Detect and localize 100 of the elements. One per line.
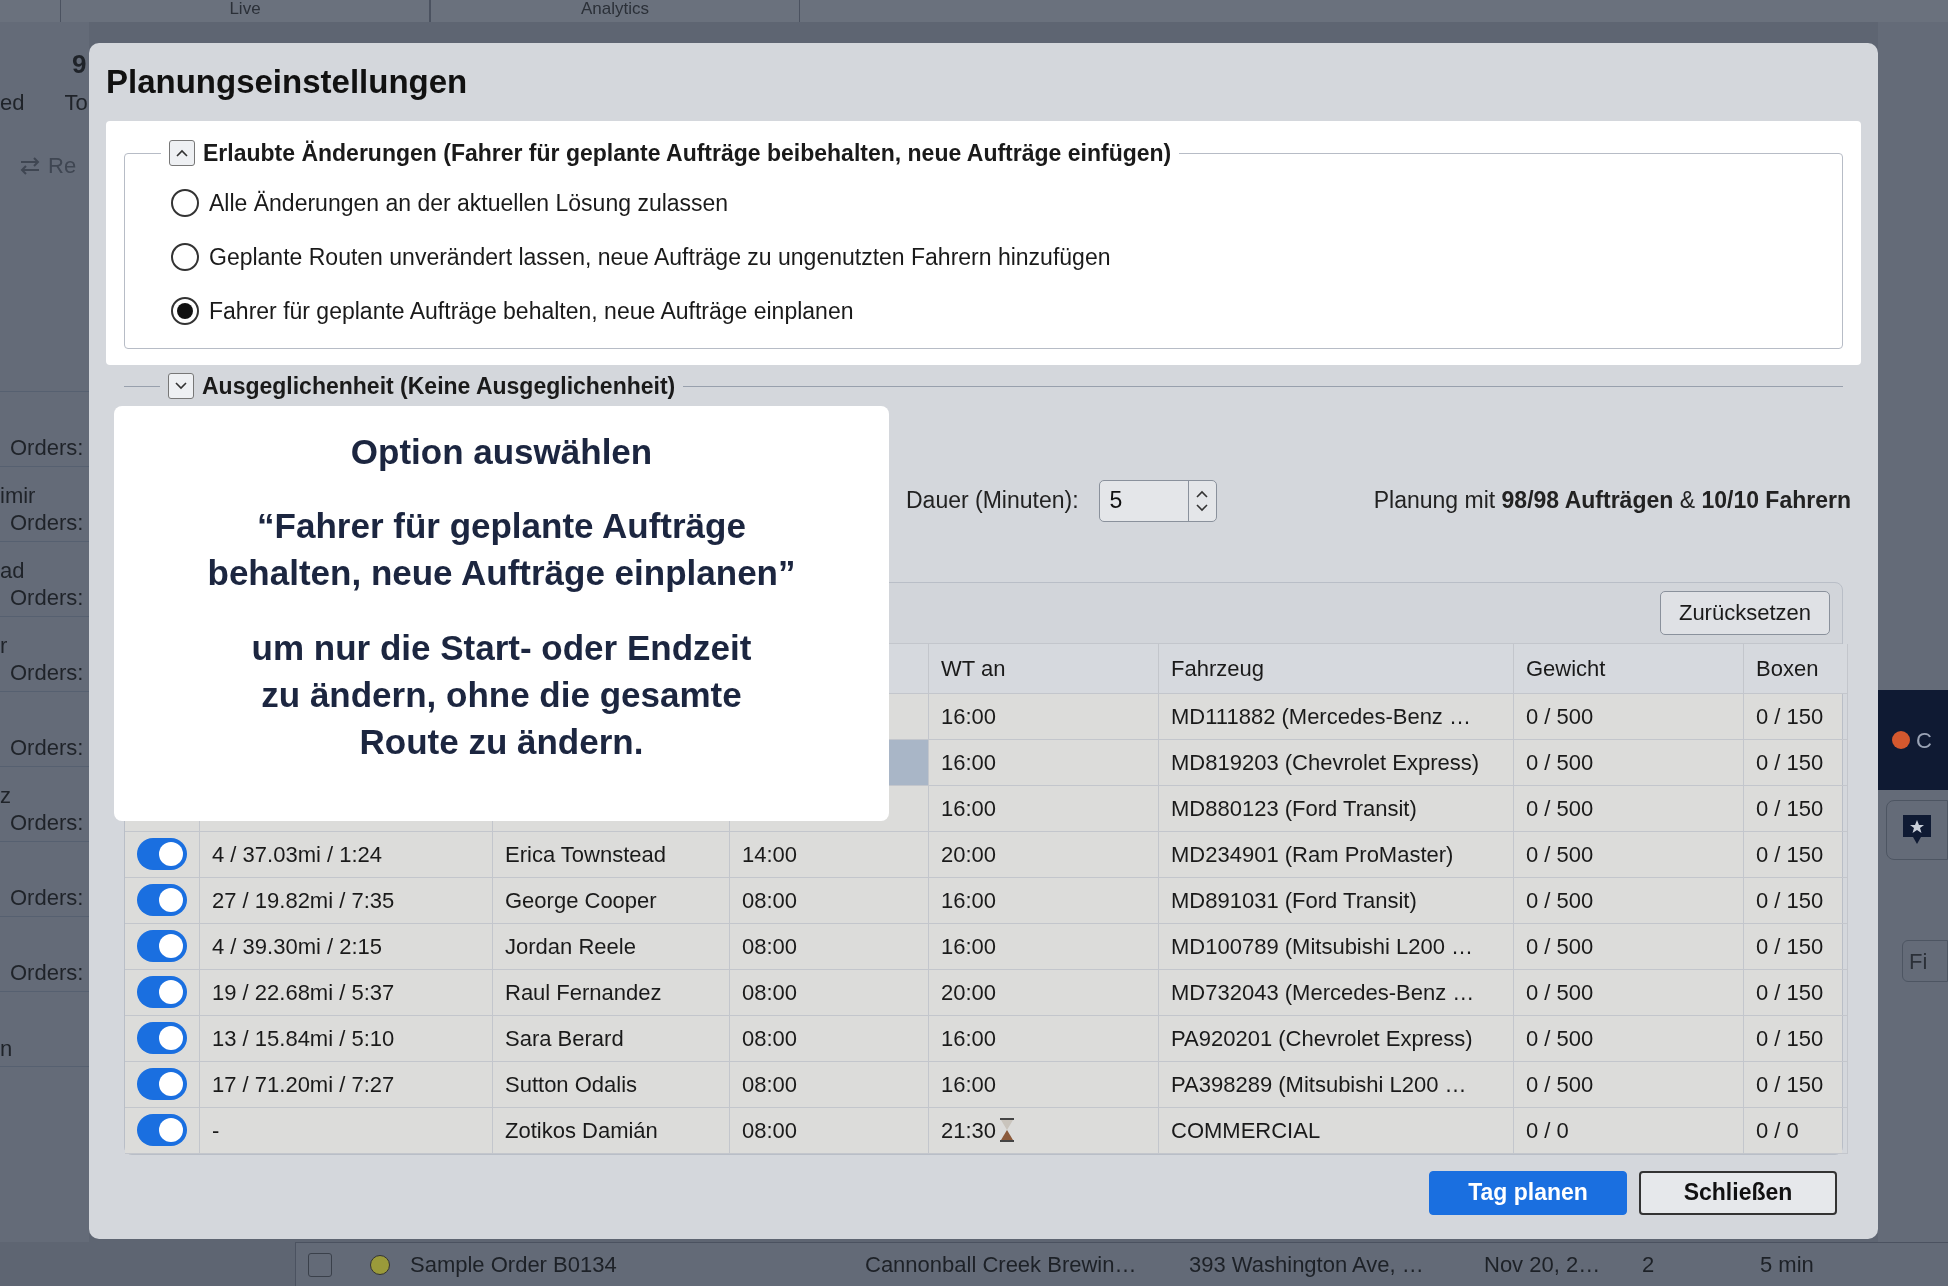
orders-label: Orders: <box>9 434 85 462</box>
toggle-switch[interactable] <box>137 976 187 1008</box>
table-cell: Zotikos Damián <box>493 1107 730 1154</box>
table-cell: 0 / 500 <box>1514 969 1744 1016</box>
callout-text: um nur die Start- oder Endzeit zu ändern, ohne die gesamte Route zu ändern. <box>250 627 753 763</box>
duration-label: Dauer (Minuten): <box>906 486 1079 516</box>
table-cell: 0 / 150 <box>1744 693 1848 740</box>
primary-button[interactable]: Tag planen <box>1429 1170 1627 1215</box>
table-cell: 0 / 150 <box>1744 969 1848 1016</box>
collapse-button[interactable] <box>169 140 195 167</box>
table-cell: 0 / 500 <box>1514 1061 1744 1108</box>
orders-label: Orders: <box>9 959 85 987</box>
duration-field[interactable]: 5 <box>1098 479 1217 522</box>
chevron-down-icon <box>1195 502 1210 513</box>
table-cell: 20:00 <box>929 831 1159 878</box>
table-cell: 0 / 500 <box>1514 877 1744 924</box>
toggle-switch[interactable] <box>137 884 187 916</box>
driver-name: n <box>0 1036 14 1062</box>
table-cell: 0 / 150 <box>1744 1061 1848 1108</box>
table-cell: 16:00 <box>929 693 1159 740</box>
toggle-switch[interactable] <box>137 1068 187 1100</box>
section-legend: Ausgeglichenheit (Keine Ausgeglichenheit) <box>202 369 676 404</box>
toggle-switch[interactable] <box>137 838 187 870</box>
summary-label: ed <box>0 89 25 117</box>
toggle-switch[interactable] <box>137 930 187 962</box>
collapse-button[interactable] <box>168 373 194 400</box>
table-cell: MD234901 (Ram ProMaster) <box>1159 831 1514 878</box>
table-cell: 0 / 500 <box>1514 693 1744 740</box>
reset-button[interactable]: Zurücksetzen <box>1659 590 1830 635</box>
table-cell: - <box>200 1107 493 1154</box>
order-cell-text: 5 min <box>1760 1251 1815 1279</box>
hourglass-icon <box>998 1117 1017 1143</box>
table-cell: MD732043 (Mercedes-Benz … <box>1159 969 1514 1016</box>
table-cell: 0 / 0 <box>1514 1107 1744 1154</box>
planning-summary: Planung mit 98/98 Aufträgen & 10/10 Fahrern <box>1373 486 1851 516</box>
summary-value: 9 <box>72 50 87 78</box>
radio-button[interactable] <box>171 297 199 325</box>
secondary-button[interactable]: Schließen <box>1639 1170 1837 1215</box>
table-cell: 08:00 <box>730 969 929 1016</box>
table-cell: 0 / 0 <box>1744 1107 1848 1154</box>
table-cell: 16:00 <box>929 785 1159 832</box>
orders-label: Orders: <box>9 809 85 837</box>
table-cell: COMMERCIAL <box>1159 1107 1514 1154</box>
table-cell: 17 / 71.20mi / 7:27 <box>200 1061 493 1108</box>
chevron-down-icon <box>174 381 188 392</box>
table-cell: 0 / 500 <box>1514 923 1744 970</box>
table-cell: MD100789 (Mitsubishi L200 … <box>1159 923 1514 970</box>
table-cell: 13 / 15.84mi / 5:10 <box>200 1015 493 1062</box>
swap-icon <box>18 155 42 176</box>
section-legend: Erlaubte Änderungen (Fahrer für geplante Aufträge beibehalten, neue Aufträge einfügen) <box>203 136 1172 171</box>
orders-label: Orders: <box>9 584 85 612</box>
orders-label: Orders: <box>9 509 85 537</box>
order-cell-text: 2 <box>1642 1251 1656 1279</box>
dialog-title: Planungseinstellungen <box>106 62 469 102</box>
radio-button[interactable] <box>171 189 199 217</box>
table-cell: 0 / 500 <box>1514 739 1744 786</box>
table-cell: Erica Townstead <box>493 831 730 878</box>
radio-label[interactable]: Geplante Routen unverändert lassen, neue Aufträge zu ungenutzten Fahrern hinzufügen <box>209 239 1111 275</box>
table-cell: MD891031 (Ford Transit) <box>1159 877 1514 924</box>
table-cell: 14:00 <box>730 831 929 878</box>
table-cell: Jordan Reele <box>493 923 730 970</box>
summary-label: To <box>64 89 88 117</box>
table-cell: MD819203 (Chevrolet Express) <box>1159 739 1514 786</box>
order-cell-text: Nov 20, 2… <box>1484 1251 1602 1279</box>
driver-name: r <box>0 633 9 659</box>
table-cell: 16:00 <box>929 739 1159 786</box>
callout-quote: “Fahrer für geplante Aufträge behalten, neue Aufträge einplanen” <box>206 505 797 594</box>
table-cell: 0 / 150 <box>1744 877 1848 924</box>
table-cell: 27 / 19.82mi / 7:35 <box>200 877 493 924</box>
callout-title: Option auswählen <box>350 431 653 473</box>
orders-label: Orders: <box>9 659 85 687</box>
row-checkbox[interactable] <box>308 1252 332 1277</box>
table-cell: PA398289 (Mitsubishi L200 … <box>1159 1061 1514 1108</box>
toggle-switch[interactable] <box>137 1022 187 1054</box>
table-cell: 08:00 <box>730 877 929 924</box>
table-cell: Raul Fernandez <box>493 969 730 1016</box>
table-cell: 0 / 150 <box>1744 739 1848 786</box>
table-cell: 16:00 <box>929 877 1159 924</box>
table-cell: PA920201 (Chevrolet Express) <box>1159 1015 1514 1062</box>
table-cell: 08:00 <box>730 923 929 970</box>
radio-label[interactable]: Alle Änderungen an der aktuellen Lösung zulassen <box>209 185 729 221</box>
chevron-up-icon <box>1195 488 1210 499</box>
toggle-switch[interactable] <box>137 1114 187 1146</box>
table-cell: Sara Berard <box>493 1015 730 1062</box>
table-cell: 4 / 39.30mi / 2:15 <box>200 923 493 970</box>
radio-button[interactable] <box>171 243 199 271</box>
order-cell-text: Cannonball Creek Brewin… <box>865 1251 1138 1279</box>
driver-name: imir <box>0 483 37 509</box>
table-cell: 0 / 500 <box>1514 1015 1744 1062</box>
radio-label[interactable]: Fahrer für geplante Aufträge behalten, neue Aufträge einplanen <box>209 293 854 329</box>
column-header: Boxen <box>1744 643 1848 694</box>
comment-button[interactable] <box>1886 800 1948 860</box>
order-cell-text: 393 Washington Ave, … <box>1189 1251 1425 1279</box>
table-cell: 0 / 500 <box>1514 785 1744 832</box>
table-cell: MD111882 (Mercedes-Benz … <box>1159 693 1514 740</box>
chevron-up-icon <box>175 148 189 159</box>
status-label: C <box>1916 726 1932 755</box>
table-cell: 08:00 <box>730 1061 929 1108</box>
column-header: Fahrzeug <box>1159 643 1514 694</box>
table-cell: 0 / 150 <box>1744 785 1848 832</box>
